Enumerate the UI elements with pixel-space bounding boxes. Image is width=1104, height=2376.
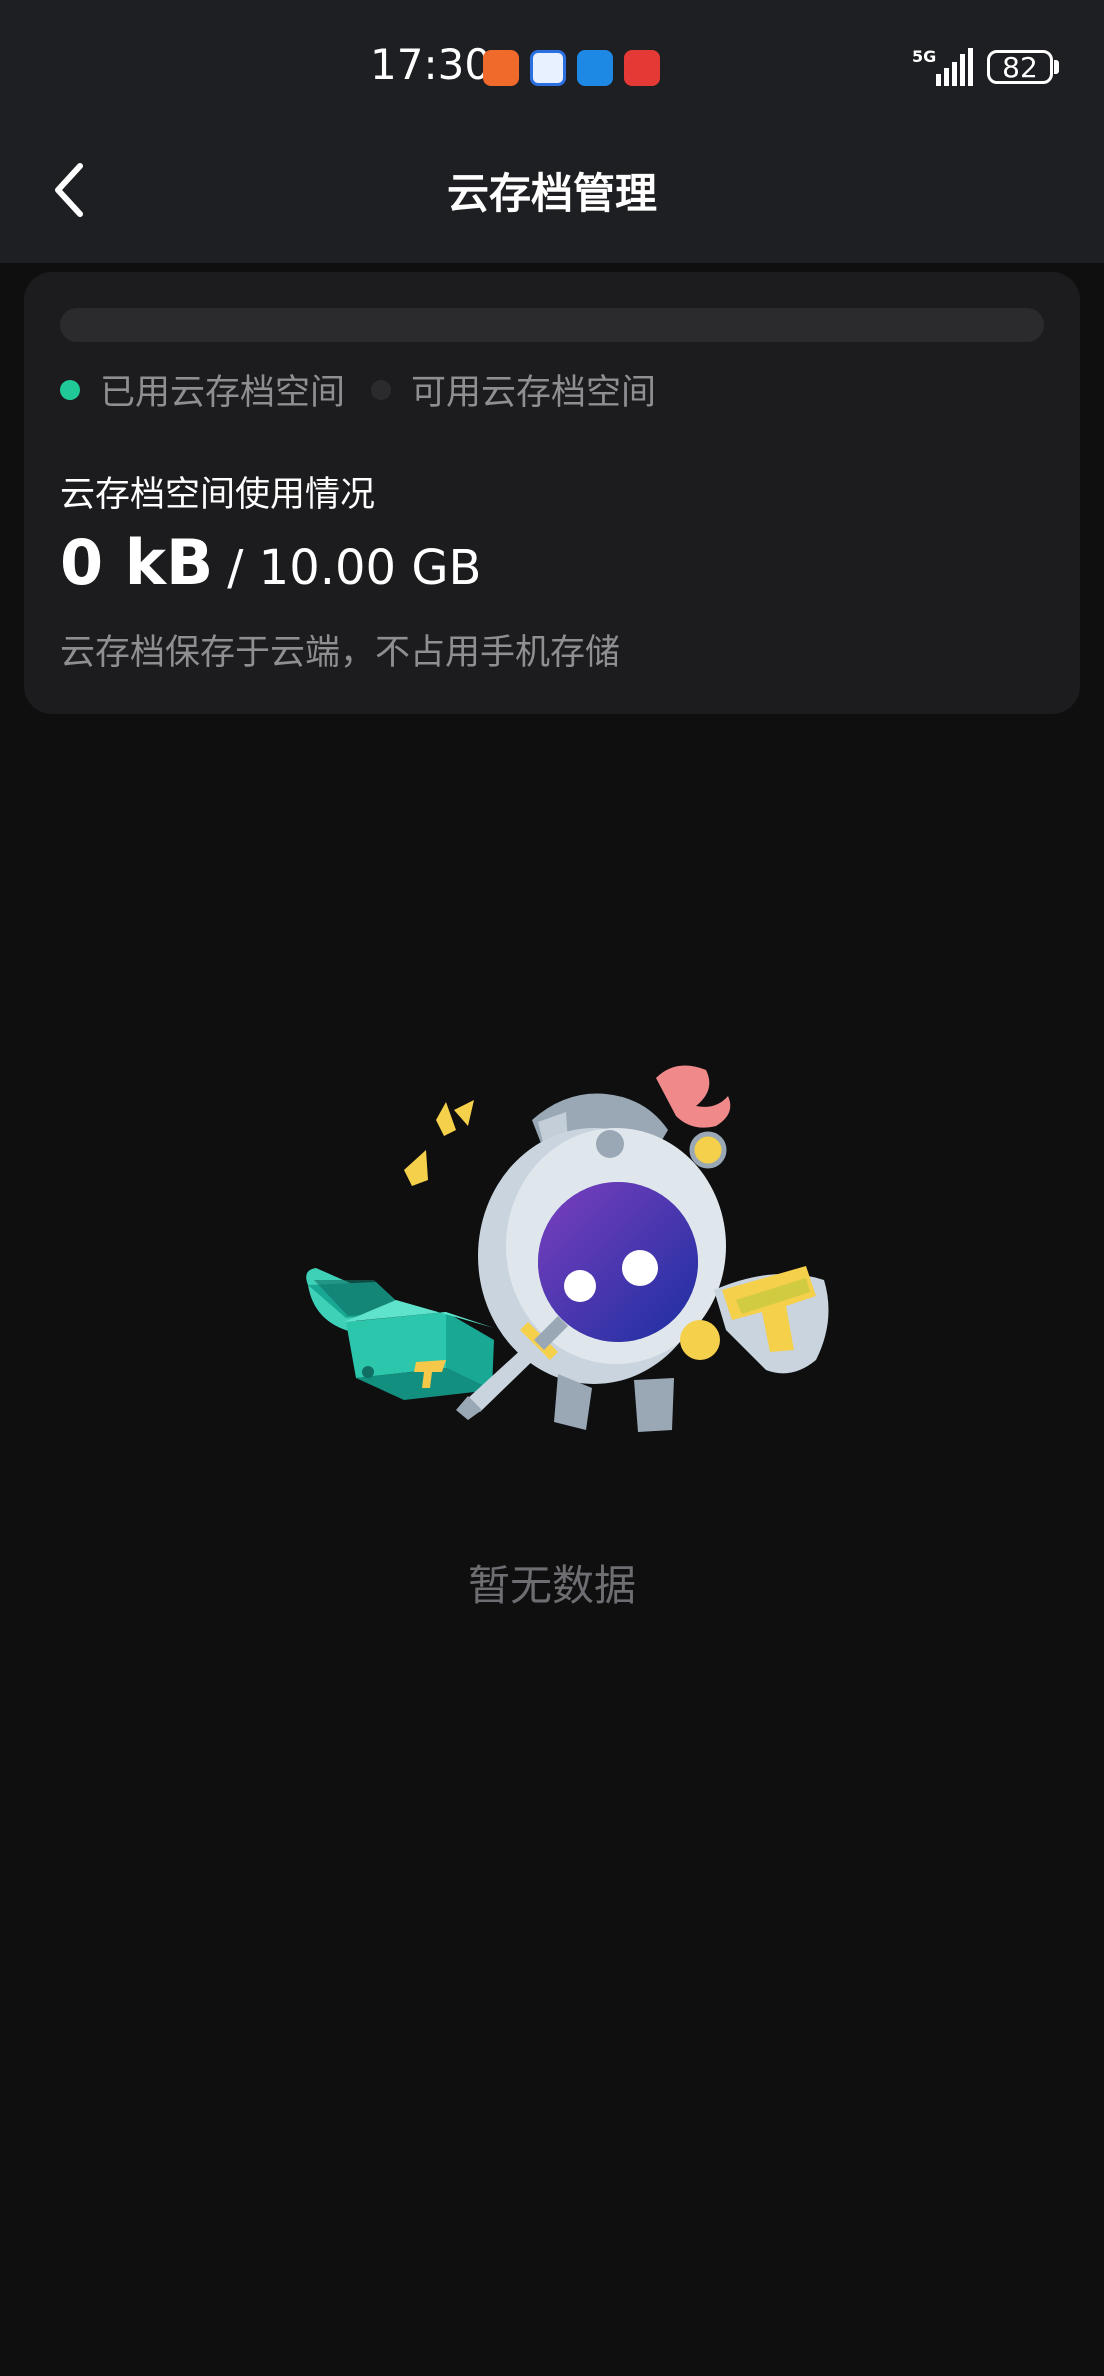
storage-usage-bar bbox=[60, 308, 1044, 342]
orange-app-icon bbox=[483, 50, 519, 86]
used-dot-icon bbox=[60, 379, 80, 400]
status-bar: 17:30 5G 82 bbox=[0, 0, 1104, 135]
notification-app-icons bbox=[483, 50, 660, 86]
total-storage-value: / 10.00 GB bbox=[227, 540, 482, 596]
status-time: 17:30 bbox=[370, 40, 492, 89]
legend-available: 可用云存档空间 bbox=[371, 364, 656, 415]
network-label: 5G bbox=[912, 47, 936, 66]
empty-state-illustration bbox=[306, 1065, 829, 1432]
used-storage-value: 0 kB bbox=[60, 526, 214, 599]
legend-available-label: 可用云存档空间 bbox=[411, 373, 657, 413]
battery-level: 82 bbox=[1002, 50, 1038, 84]
weather-app-icon bbox=[577, 50, 613, 86]
usage-legend: 已用云存档空间 可用云存档空间 bbox=[60, 364, 682, 415]
treasure-chest-icon bbox=[306, 1268, 494, 1400]
red-app-icon bbox=[624, 50, 660, 86]
storage-usage-card: 已用云存档空间 可用云存档空间 云存档空间使用情况 0 kB / 10.00 G… bbox=[24, 272, 1080, 714]
battery-tip bbox=[1054, 60, 1059, 74]
usage-value: 0 kB / 10.00 GB bbox=[60, 526, 481, 599]
available-dot-icon bbox=[371, 379, 392, 400]
legend-used-label: 已用云存档空间 bbox=[100, 373, 346, 413]
signal-5g-icon: 5G bbox=[912, 47, 973, 86]
legend-used: 已用云存档空间 bbox=[60, 364, 345, 415]
storage-note: 云存档保存于云端，不占用手机存储 bbox=[60, 633, 621, 673]
empty-state-message: 暂无数据 bbox=[467, 1561, 636, 1610]
battery-indicator: 82 bbox=[987, 50, 1053, 84]
usage-section-label: 云存档空间使用情况 bbox=[60, 475, 376, 515]
top-bar: 17:30 5G 82 云存档管理 bbox=[0, 0, 1104, 263]
blue-tool-app-icon bbox=[530, 50, 566, 86]
page-title: 云存档管理 bbox=[446, 169, 657, 218]
